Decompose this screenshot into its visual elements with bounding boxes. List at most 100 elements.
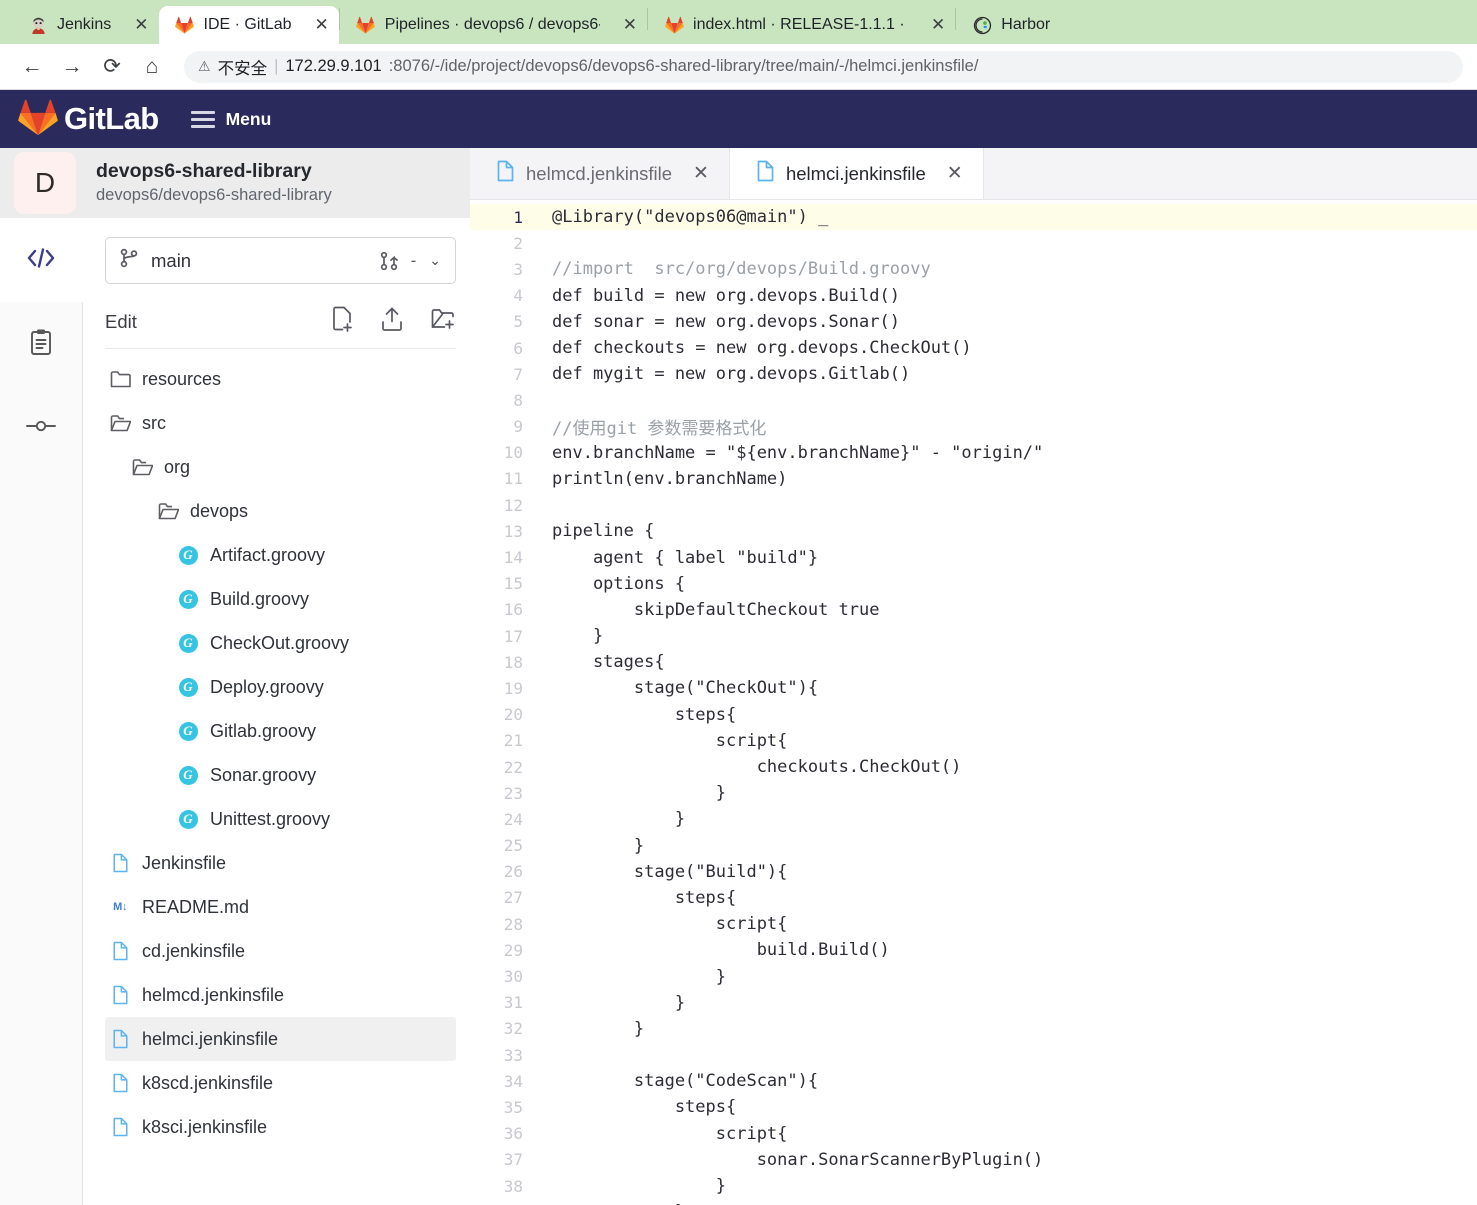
close-icon[interactable]: ✕: [947, 162, 963, 185]
code-line[interactable]: 25 }: [470, 833, 1477, 859]
close-icon[interactable]: ✕: [134, 15, 148, 35]
code-line[interactable]: 17 }: [470, 623, 1477, 649]
tree-item-src[interactable]: src: [105, 401, 456, 445]
code-line[interactable]: 13 pipeline {: [470, 518, 1477, 544]
code-line[interactable]: 39 }: [470, 1199, 1477, 1205]
code-line[interactable]: 15 options {: [470, 571, 1477, 597]
code-text: }: [552, 783, 726, 804]
rail-item-commit[interactable]: [0, 386, 83, 470]
code-line[interactable]: 22 checkouts.CheckOut(): [470, 754, 1477, 780]
code-text: options {: [552, 573, 686, 594]
code-brackets-icon: [26, 247, 56, 274]
new-directory-icon[interactable]: [430, 306, 456, 337]
close-icon[interactable]: ✕: [623, 15, 637, 35]
groovy-file-icon: G: [177, 589, 199, 609]
tree-item-org[interactable]: org: [105, 445, 456, 489]
tree-item-checkout-groovy[interactable]: G CheckOut.groovy: [105, 621, 456, 665]
browser-toolbar: ← → ⟳ ⌂ ⚠ 不安全 | 172.29.9.101:8076/-/ide/…: [0, 44, 1477, 90]
tree-item-helmci-jenkinsfile[interactable]: helmci.jenkinsfile: [105, 1017, 456, 1061]
code-line[interactable]: 14 agent { label "build"}: [470, 544, 1477, 570]
code-line[interactable]: 11 println(env.branchName): [470, 466, 1477, 492]
tree-item-k8sci-jenkinsfile[interactable]: k8sci.jenkinsfile: [105, 1105, 456, 1149]
tree-item-deploy-groovy[interactable]: G Deploy.groovy: [105, 665, 456, 709]
close-icon[interactable]: ✕: [315, 15, 329, 35]
branch-switcher[interactable]: main - ⌄: [105, 237, 456, 284]
tree-item-helmcd-jenkinsfile[interactable]: helmcd.jenkinsfile: [105, 973, 456, 1017]
upload-file-icon[interactable]: [380, 306, 404, 337]
code-line[interactable]: 36 script{: [470, 1121, 1477, 1147]
code-line[interactable]: 5 def sonar = new org.devops.Sonar(): [470, 309, 1477, 335]
gitlab-logo-link[interactable]: GitLab: [18, 98, 159, 141]
code-line[interactable]: 37 sonar.SonarScannerByPlugin(): [470, 1147, 1477, 1173]
chevron-down-icon: ⌄: [429, 252, 441, 268]
forward-button[interactable]: →: [54, 49, 90, 85]
code-line[interactable]: 33: [470, 1042, 1477, 1068]
tree-item-jenkinsfile[interactable]: Jenkinsfile: [105, 841, 456, 885]
back-button[interactable]: ←: [14, 49, 50, 85]
rail-item-edit[interactable]: [0, 218, 83, 302]
tree-item-label: k8scd.jenkinsfile: [142, 1072, 274, 1093]
browser-tab-index-html[interactable]: index.html · RELEASE-1.1.1 · de ✕: [648, 6, 955, 44]
code-line[interactable]: 24 }: [470, 806, 1477, 832]
main-menu-button[interactable]: Menu: [190, 109, 271, 130]
tree-item-label: Unittest.groovy: [210, 808, 331, 829]
tree-item-devops[interactable]: devops: [105, 489, 456, 533]
groovy-file-icon: G: [177, 633, 199, 653]
rail-item-review[interactable]: [0, 302, 83, 386]
code-line[interactable]: 10 env.branchName = "${env.branchName}" -…: [470, 440, 1477, 466]
code-line[interactable]: 12: [470, 492, 1477, 518]
tree-item-readme-md[interactable]: M↓ README.md: [105, 885, 456, 929]
editor-tab-bar: helmcd.jenkinsfile ✕ helmci.jenkinsfile …: [470, 148, 1477, 200]
code-line[interactable]: 19 stage("CheckOut"){: [470, 675, 1477, 701]
address-bar[interactable]: ⚠ 不安全 | 172.29.9.101:8076/-/ide/project/…: [184, 50, 1463, 83]
tree-item-cd-jenkinsfile[interactable]: cd.jenkinsfile: [105, 929, 456, 973]
code-line[interactable]: 29 build.Build(): [470, 937, 1477, 963]
browser-tab-ide-gitlab[interactable]: IDE · GitLab ✕: [158, 6, 339, 44]
editor-tab-helmcd[interactable]: helmcd.jenkinsfile ✕: [470, 148, 730, 199]
close-icon[interactable]: ✕: [931, 15, 945, 35]
tree-item-k8scd-jenkinsfile[interactable]: k8scd.jenkinsfile: [105, 1061, 456, 1105]
code-line[interactable]: 35 steps{: [470, 1094, 1477, 1120]
code-line[interactable]: 2: [470, 230, 1477, 256]
gitlab-wordmark: GitLab: [64, 101, 159, 136]
tree-item-gitlab-groovy[interactable]: G Gitlab.groovy: [105, 709, 456, 753]
code-line[interactable]: 4 def build = new org.devops.Build(): [470, 283, 1477, 309]
code-line[interactable]: 27 steps{: [470, 885, 1477, 911]
project-avatar: D: [14, 152, 76, 214]
tree-item-artifact-groovy[interactable]: G Artifact.groovy: [105, 533, 456, 577]
code-line[interactable]: 31 }: [470, 990, 1477, 1016]
code-line[interactable]: 3 //import src/org/devops/Build.groovy: [470, 256, 1477, 282]
close-icon[interactable]: ✕: [693, 162, 709, 185]
code-line[interactable]: 8: [470, 387, 1477, 413]
code-line[interactable]: 30 }: [470, 963, 1477, 989]
code-line[interactable]: 32 }: [470, 1016, 1477, 1042]
code-line[interactable]: 34 stage("CodeScan"){: [470, 1068, 1477, 1094]
browser-tab-pipelines[interactable]: Pipelines · devops6 / devops6- ✕: [340, 6, 647, 44]
folder-open-icon: [109, 414, 131, 433]
code-line[interactable]: 6 def checkouts = new org.devops.CheckOut…: [470, 335, 1477, 361]
code-line[interactable]: 28 script{: [470, 911, 1477, 937]
code-line[interactable]: 7 def mygit = new org.devops.Gitlab(): [470, 361, 1477, 387]
tree-item-unittest-groovy[interactable]: G Unittest.groovy: [105, 797, 456, 841]
code-line[interactable]: 1 @Library("devops06@main") _: [470, 204, 1477, 231]
code-line[interactable]: 21 script{: [470, 728, 1477, 754]
new-file-icon[interactable]: [330, 306, 354, 337]
home-button[interactable]: ⌂: [134, 49, 170, 85]
tree-item-resources[interactable]: resources: [105, 357, 456, 401]
code-line[interactable]: 38 }: [470, 1173, 1477, 1199]
browser-tab-jenkins[interactable]: Jenkins ✕: [12, 6, 159, 44]
tree-item-label: Gitlab.groovy: [210, 720, 317, 741]
code-line[interactable]: 23 }: [470, 780, 1477, 806]
code-line[interactable]: 9 //使用git 参数需要格式化: [470, 414, 1477, 440]
code-line[interactable]: 20 steps{: [470, 702, 1477, 728]
tree-item-sonar-groovy[interactable]: G Sonar.groovy: [105, 753, 456, 797]
editor-tab-helmci[interactable]: helmci.jenkinsfile ✕: [729, 148, 984, 199]
code-line[interactable]: 26 stage("Build"){: [470, 859, 1477, 885]
file-tree: resources src org devops G Artifact.groovy G Bu…: [105, 349, 456, 1149]
code-line[interactable]: 16 skipDefaultCheckout true: [470, 597, 1477, 623]
reload-button[interactable]: ⟳: [94, 49, 130, 85]
tree-item-build-groovy[interactable]: G Build.groovy: [105, 577, 456, 621]
code-editor[interactable]: 1 @Library("devops06@main") _ 2 3//import s…: [470, 200, 1477, 1205]
code-line[interactable]: 18 stages{: [470, 649, 1477, 675]
browser-tab-harbor[interactable]: Harbor: [956, 6, 1060, 44]
